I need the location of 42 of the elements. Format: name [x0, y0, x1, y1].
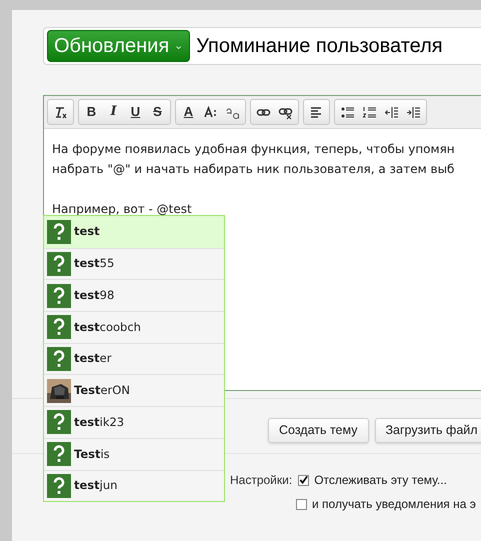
- suggestion-item[interactable]: test55: [44, 248, 224, 280]
- suggestion-item[interactable]: test: [44, 216, 224, 248]
- question-avatar-icon: [47, 410, 71, 434]
- suggestion-item[interactable]: Testis: [44, 438, 224, 470]
- format-button[interactable]: B: [81, 101, 102, 123]
- question-avatar-icon: [47, 474, 71, 498]
- question-avatar-icon: [47, 284, 71, 308]
- username: testik23: [74, 414, 124, 431]
- question-avatar-icon: [47, 442, 71, 466]
- checkbox-label: и получать уведомления на э: [312, 496, 476, 513]
- suggestion-item[interactable]: TesterON: [44, 374, 224, 406]
- format-button[interactable]: S: [147, 101, 168, 123]
- question-avatar-icon: [47, 220, 71, 244]
- username: TesterON: [74, 382, 130, 400]
- suggestion-item[interactable]: testik23: [44, 406, 224, 438]
- checkbox-label: Отслеживать эту тему...: [314, 472, 447, 489]
- question-avatar-icon: [47, 315, 71, 340]
- username: testcoobch: [74, 318, 141, 336]
- username: test: [74, 223, 100, 240]
- suggestion-item[interactable]: testcoobch: [44, 311, 224, 343]
- format-button[interactable]: U: [125, 101, 146, 123]
- suggestion-item[interactable]: test98: [44, 279, 224, 312]
- action-button[interactable]: Создать тему: [268, 418, 368, 443]
- prefix-dropdown[interactable]: Обновления ⌄: [47, 30, 190, 62]
- body-text-line: набрать "@" и начать набирать ник пользователя, а затем выб: [52, 162, 454, 176]
- suggestion-item[interactable]: testjun: [44, 470, 224, 502]
- checkbox[interactable]: [298, 474, 310, 486]
- action-button[interactable]: Загрузить файл: [374, 418, 481, 443]
- username: test55: [74, 255, 114, 272]
- body-text-line: На форуме появилась удобная функция, теперь, чтобы упомян: [52, 142, 455, 156]
- question-avatar-icon: [47, 252, 71, 276]
- format-button[interactable]: I: [103, 101, 124, 123]
- username: test98: [74, 287, 114, 304]
- username: tester: [74, 350, 112, 368]
- settings-label: Настройки:: [230, 472, 292, 489]
- question-avatar-icon: [47, 347, 71, 372]
- username: Testis: [74, 446, 110, 463]
- username: testjun: [74, 477, 118, 494]
- body-text-line: Например, вот - @test: [52, 201, 193, 218]
- suggestion-item[interactable]: tester: [44, 342, 224, 374]
- checkbox[interactable]: [296, 498, 307, 510]
- thread-title: Упоминание пользователя: [196, 34, 443, 59]
